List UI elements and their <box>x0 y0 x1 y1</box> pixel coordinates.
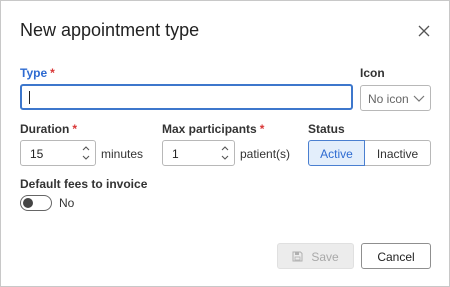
stepper-arrows-icon[interactable] <box>81 143 91 163</box>
required-marker: * <box>50 66 55 80</box>
default-fees-toggle-state: No <box>59 196 75 210</box>
toggle-knob <box>23 197 33 208</box>
max-participants-unit: patient(s) <box>240 147 291 161</box>
type-input[interactable] <box>20 84 353 110</box>
duration-stepper[interactable]: 15 <box>20 140 96 166</box>
default-fees-label: Default fees to invoice <box>20 177 148 191</box>
default-fees-toggle[interactable] <box>20 195 52 211</box>
stepper-arrows-icon[interactable] <box>220 143 230 163</box>
type-label: Type * <box>20 66 55 80</box>
chevron-down-icon <box>413 95 425 102</box>
icon-select-value: No icon <box>368 92 409 106</box>
text-caret <box>29 91 30 104</box>
type-label-text: Type <box>20 66 48 80</box>
icon-select[interactable]: No icon <box>360 85 431 111</box>
duration-unit: minutes <box>101 147 144 161</box>
save-disk-icon <box>292 251 303 262</box>
duration-value: 15 <box>30 147 44 161</box>
max-participants-stepper[interactable]: 1 <box>162 140 235 166</box>
required-marker: * <box>72 122 78 136</box>
required-marker: * <box>259 122 265 136</box>
max-participants-label-text: Max participants <box>162 122 257 136</box>
close-icon[interactable] <box>416 23 432 39</box>
max-participants-value: 1 <box>172 147 179 161</box>
icon-label: Icon <box>360 66 385 80</box>
status-label: Status <box>308 122 345 136</box>
new-appointment-type-dialog: New appointment type Type * Icon No icon … <box>0 0 450 287</box>
dialog-title: New appointment type <box>20 20 200 40</box>
save-button[interactable]: Save <box>277 243 354 269</box>
duration-label: Duration * <box>20 122 77 136</box>
save-button-label: Save <box>311 250 339 264</box>
status-inactive-option[interactable]: Inactive <box>364 140 431 166</box>
duration-label-text: Duration <box>20 122 70 136</box>
status-active-option[interactable]: Active <box>308 140 365 166</box>
max-participants-label: Max participants * <box>162 122 264 136</box>
cancel-button[interactable]: Cancel <box>361 243 431 269</box>
